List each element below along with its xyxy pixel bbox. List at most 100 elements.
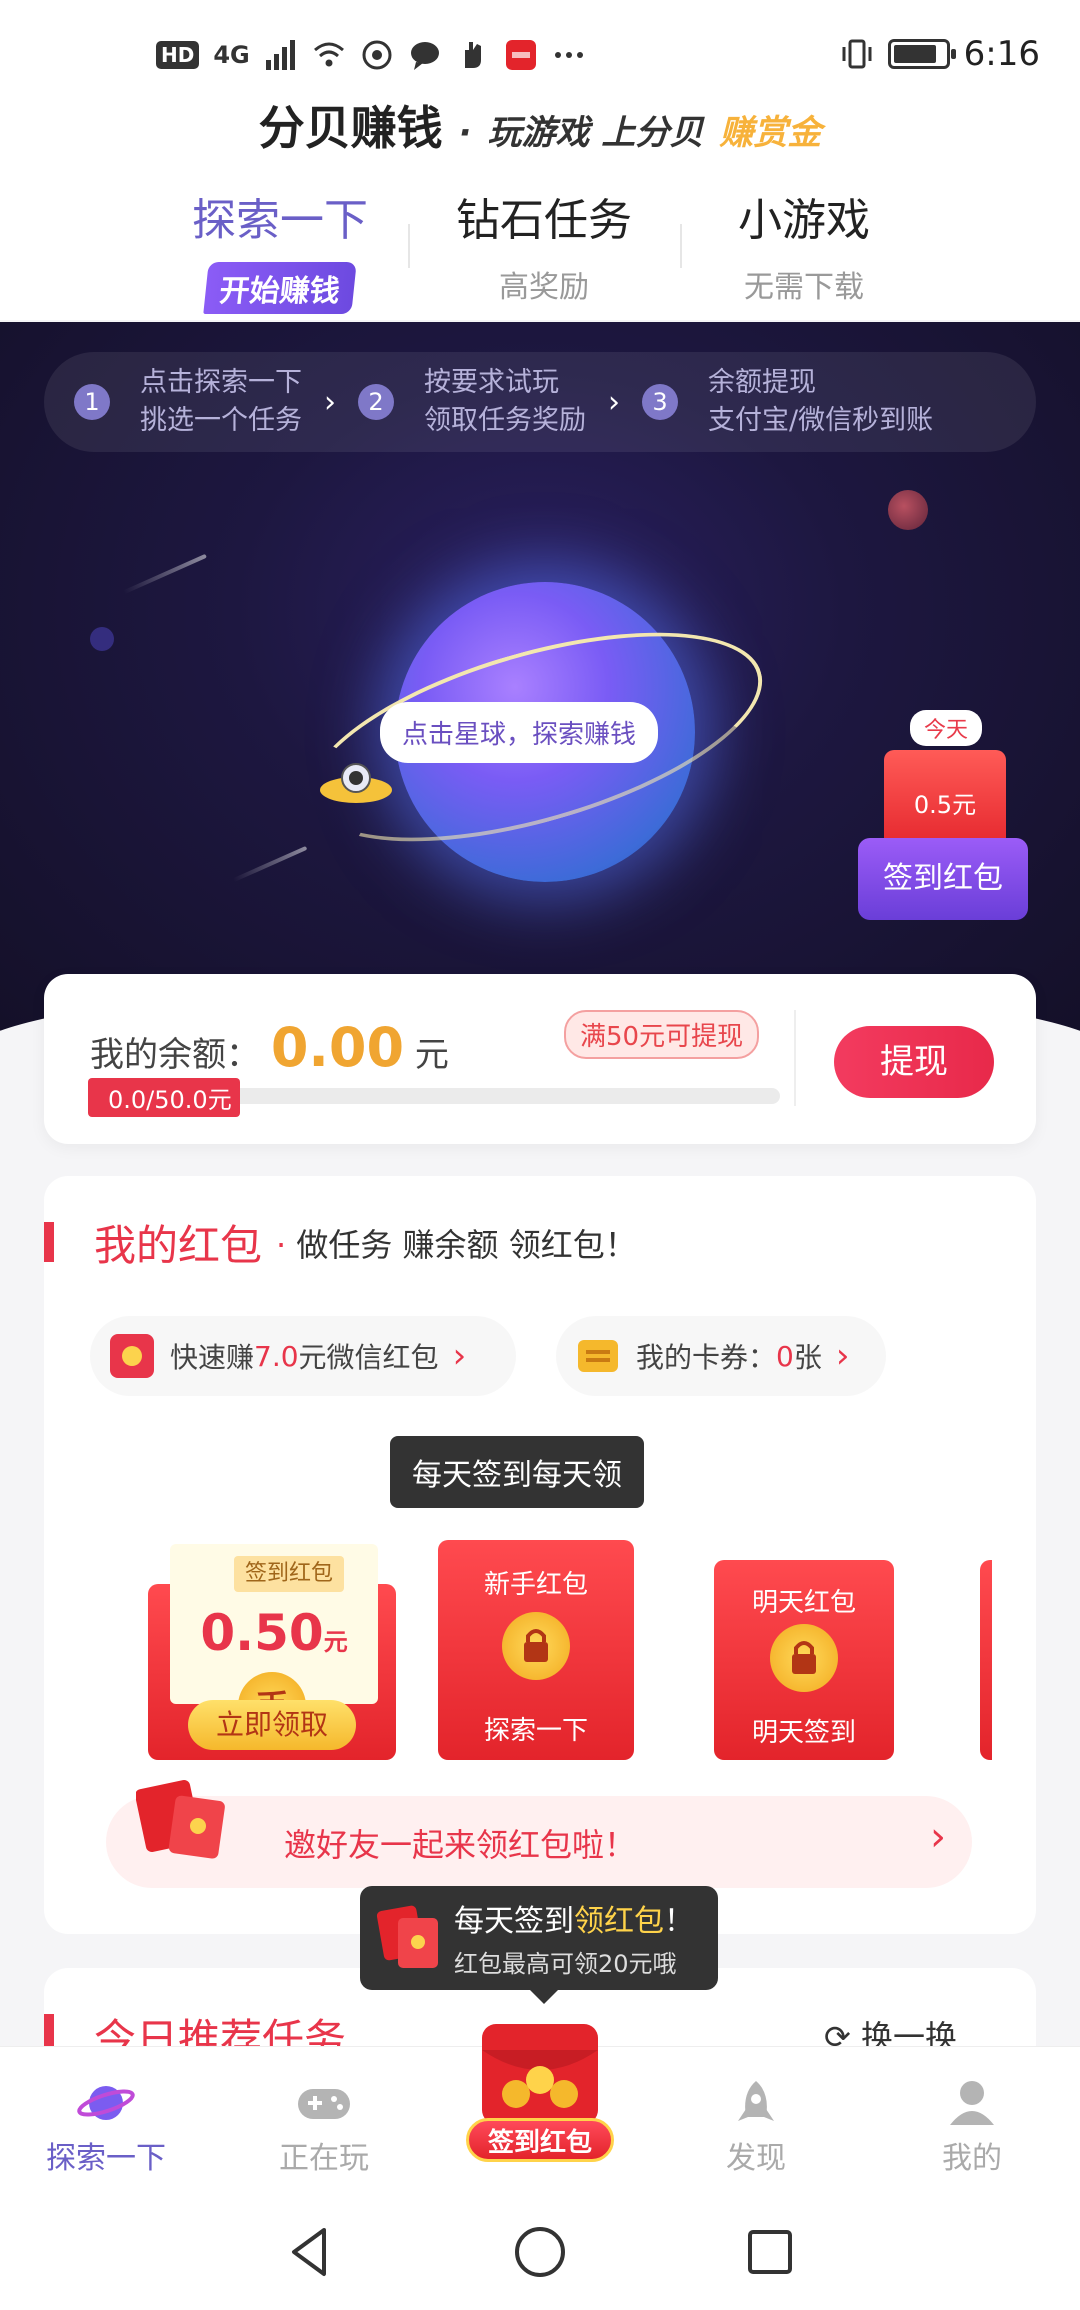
divider [794, 1010, 796, 1106]
invite-friends-banner[interactable]: 邀好友一起来领红包啦！ › [106, 1779, 972, 1888]
nav-explore[interactable]: 探索一下 [16, 2077, 196, 2177]
ufo-icon [320, 763, 392, 803]
chip-text: 我的卡券： [636, 1341, 777, 1374]
step-line: 支付宝/微信秒到账 [708, 405, 934, 436]
hand-icon [464, 42, 481, 68]
invite-text: 邀好友一起来领红包啦！ [284, 1826, 637, 1864]
home-icon[interactable] [510, 2222, 570, 2282]
lock-icon [770, 1624, 838, 1692]
my-redpackets-section: 我的红包 · 做任务 赚余额 领红包！ 快速赚 7.0 元微信红包 › 我的卡券… [44, 1176, 1036, 1934]
coupons-chip[interactable]: 我的卡券： 0 张 › [556, 1316, 886, 1396]
promo-line-1: 每天签到领红包！ [454, 1896, 694, 1940]
clock: 6:16 [963, 34, 1040, 74]
nav-playing[interactable]: 正在玩 [234, 2077, 414, 2177]
balance-card: 我的余额： 0.00 元 满50元可提现 0.0/50.0元 提现 [44, 974, 1036, 1144]
newbie-redpacket[interactable]: 新手红包 探索一下 [438, 1540, 634, 1760]
signin-amount-value: 0.5 [913, 791, 953, 819]
redpacket-title: 新手红包 [483, 1570, 588, 1600]
signin-redpacket-widget[interactable]: 0.5元 今天 签到红包 [858, 710, 1028, 920]
chip-amount: 7.0 [254, 1339, 299, 1373]
battery-icon [887, 39, 956, 69]
redpacket-amount-value: 0.50 [200, 1604, 324, 1662]
steps-guide: 1 点击探索一下 挑选一个任务 › 2 按要求试玩 领取任务奖励 › 3 余额提… [44, 352, 1036, 452]
tab-explore[interactable]: 探索一下 开始赚钱 [150, 184, 410, 314]
signin-redpacket[interactable]: 签到红包 0.50元 币 立即领取 [148, 1544, 396, 1760]
vibrate-icon [842, 39, 872, 69]
wifi-icon [313, 42, 344, 67]
balance-value: 0.00 [270, 1016, 405, 1079]
section-dot: · [276, 1226, 287, 1264]
claim-now-button[interactable]: 立即领取 [188, 1700, 356, 1750]
system-nav-bar [0, 2192, 1080, 2310]
today-tag: 今天 [910, 710, 983, 746]
promo-highlight: 领红包 [574, 1904, 664, 1939]
section-title: 我的红包 [94, 1212, 262, 1273]
nav-signin-label: 签到红包 [466, 2118, 614, 2162]
top-tabs: 探索一下 开始赚钱 钻石任务 高奖励 小游戏 无需下载 [0, 184, 1080, 314]
step-line: 挑选一个任务 [140, 405, 302, 436]
tab-label: 探索一下 [192, 195, 368, 246]
next-redpacket-peek[interactable] [980, 1560, 992, 1760]
chevron-right-icon: › [835, 1336, 850, 1376]
tab-mini-games[interactable]: 小游戏 无需下载 [674, 184, 934, 306]
promo-text: ！ [664, 1904, 694, 1939]
section-accent-bar [44, 1222, 54, 1262]
gamepad-icon [298, 2089, 350, 2119]
recents-icon[interactable] [740, 2222, 800, 2282]
brand-dot: · [458, 113, 472, 153]
balance-row: 我的余额： 0.00 元 [90, 1016, 449, 1079]
signin-label: 签到红包 [858, 838, 1028, 920]
balance-label: 我的余额： [90, 1035, 260, 1075]
red-envelope-icon [136, 1779, 225, 1859]
promo-line-2: 红包最高可领20元哦 [454, 1950, 677, 1978]
huawei-icon [505, 40, 536, 70]
promo-text: 每天签到 [454, 1904, 574, 1939]
chip-text: 张 [793, 1341, 822, 1374]
status-left: HD 4G [156, 38, 586, 72]
redpacket-action: 探索一下 [483, 1716, 588, 1746]
step-number: 3 [642, 384, 678, 420]
tomorrow-redpacket[interactable]: 明天红包 明天签到 [714, 1560, 894, 1760]
signal-icon [265, 40, 295, 70]
signin-promo-bubble[interactable]: 每天签到领红包！ 红包最高可领20元哦 [360, 1886, 718, 2004]
tab-label: 钻石任务 [456, 195, 632, 246]
red-envelope-icon [110, 1334, 154, 1378]
brand-slogan-highlight: 赚赏金 [719, 113, 822, 153]
balance-unit: 元 [414, 1035, 449, 1075]
nav-signin-redpacket[interactable]: 签到红包 [460, 2020, 620, 2190]
nav-discover[interactable]: 发现 [666, 2077, 846, 2177]
chevron-right-icon: › [608, 384, 620, 420]
planet-bubble[interactable]: 点击星球，探索赚钱 [380, 702, 659, 763]
meteor-streak [123, 553, 207, 595]
quick-earn-chip[interactable]: 快速赚 7.0 元微信红包 › [90, 1316, 516, 1396]
more-icon [554, 52, 583, 58]
hd-badge: HD [156, 41, 200, 69]
step-number: 1 [74, 384, 110, 420]
brand-slogan: 玩游戏 上分贝 [487, 113, 704, 153]
step-1: 1 点击探索一下 挑选一个任务 [74, 364, 302, 440]
step-line: 点击探索一下 [140, 367, 302, 398]
red-envelope-icon [376, 1905, 438, 1968]
redpacket-title: 明天红包 [751, 1588, 856, 1618]
rocket-icon [738, 2081, 774, 2121]
tab-diamond-tasks[interactable]: 钻石任务 高奖励 [414, 184, 674, 306]
tab-sublabel: 开始赚钱 [203, 262, 357, 314]
small-planet [888, 490, 928, 530]
chip-text: 快速赚 [170, 1341, 255, 1374]
brand-bar: 分贝赚钱 · 玩游戏 上分贝 赚赏金 [0, 92, 1080, 158]
section-title-text: 我的红包 [94, 1221, 263, 1270]
section-subtitle: · 做任务 赚余额 领红包！ [276, 1220, 637, 1266]
balance-progress-label: 0.0/50.0元 [88, 1078, 240, 1117]
redpacket-tag: 签到红包 [234, 1556, 344, 1592]
back-icon[interactable] [280, 2222, 340, 2282]
redpacket-amount: 0.50元 [170, 1604, 378, 1662]
daily-signin-tooltip: 每天签到每天领 [390, 1436, 644, 1508]
location-icon [362, 40, 392, 70]
nav-mine[interactable]: 我的 [882, 2077, 1062, 2177]
withdraw-button[interactable]: 提现 [834, 1026, 994, 1098]
step-line: 领取任务奖励 [424, 405, 586, 436]
network-type: 4G [213, 41, 250, 69]
chip-amount: 0 [776, 1339, 794, 1373]
step-line: 按要求试玩 [424, 367, 559, 398]
hero-banner: 1 点击探索一下 挑选一个任务 › 2 按要求试玩 领取任务奖励 › 3 余额提… [0, 322, 1080, 1042]
